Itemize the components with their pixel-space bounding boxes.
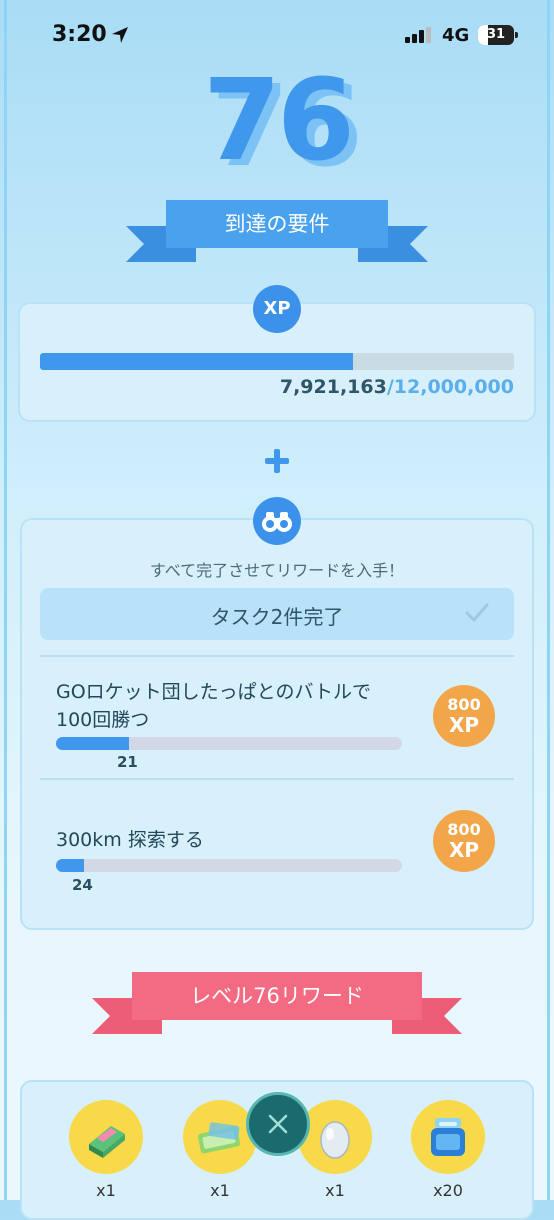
xp-progress-bar: [40, 353, 514, 370]
tasks-completed-label: タスク2件完了: [210, 605, 344, 629]
task-reward-unit: XP: [448, 838, 480, 862]
potion-icon: [431, 1118, 465, 1156]
plus-icon: [265, 449, 289, 473]
reward-item[interactable]: [298, 1100, 372, 1174]
task-reward-unit: XP: [448, 713, 480, 737]
battery-icon: 31: [478, 25, 518, 45]
task-reward-amount: 800: [447, 695, 481, 714]
battery-level: 31: [486, 27, 506, 42]
status-time: 3:20: [52, 22, 107, 47]
task-reward-badge: 800 XP: [433, 810, 495, 872]
task-progress-bar: [56, 859, 402, 872]
reward-item-qty: x1: [325, 1181, 345, 1200]
xp-separator: /: [386, 376, 394, 398]
binoculars-badge: [253, 497, 301, 545]
task-title: GOロケット団したっぱとのバトルで100回勝つ: [56, 681, 372, 731]
rewards-ribbon-label: レベル76リワード: [132, 972, 422, 1020]
location-arrow-icon: [112, 27, 128, 43]
tasks-instruction: すべて完了させてリワードを入手！: [149, 561, 405, 580]
reward-item-qty: x20: [433, 1181, 463, 1200]
reward-item-qty: x1: [96, 1181, 116, 1200]
close-icon: [268, 1114, 288, 1134]
reward-item[interactable]: [69, 1100, 143, 1174]
task-title: 300km 探索する: [56, 829, 204, 851]
incense-icon: [89, 1126, 125, 1158]
signal-icon: [405, 27, 431, 43]
requirements-ribbon-label: 到達の要件: [166, 200, 388, 248]
rewards-ribbon: レベル76リワード: [92, 972, 462, 1036]
xp-progress-text: 7,921,163/12,000,000: [280, 376, 514, 398]
task-reward-amount: 800: [447, 820, 481, 839]
task-progress-fill: [56, 737, 129, 750]
level-number: 76 76: [0, 56, 554, 192]
network-type: 4G: [442, 25, 470, 46]
divider: [40, 655, 514, 657]
binoculars-icon: [262, 512, 292, 532]
xp-badge: XP: [253, 285, 301, 333]
tasks-completed-banner: タスク2件完了: [40, 588, 514, 640]
reward-item[interactable]: [411, 1100, 485, 1174]
task-progress-fill: [56, 859, 84, 872]
reward-item-qty: x1: [210, 1181, 230, 1200]
reward-item[interactable]: [183, 1100, 257, 1174]
egg-icon: [320, 1121, 350, 1159]
divider: [40, 778, 514, 780]
xp-current: 7,921,163: [279, 376, 387, 398]
xp-goal: 12,000,000: [393, 376, 514, 398]
task-progress-bar: [56, 737, 402, 750]
xp-progress-fill: [40, 353, 353, 370]
task-progress-count: 24: [72, 876, 93, 894]
task-progress-count: 21: [117, 753, 138, 771]
close-button[interactable]: [246, 1092, 310, 1156]
ticket-icon: [197, 1122, 241, 1154]
check-icon: [465, 603, 489, 622]
requirements-ribbon: 到達の要件: [126, 200, 428, 264]
level-number-text: 76: [203, 56, 355, 186]
task-reward-badge: 800 XP: [433, 685, 495, 747]
